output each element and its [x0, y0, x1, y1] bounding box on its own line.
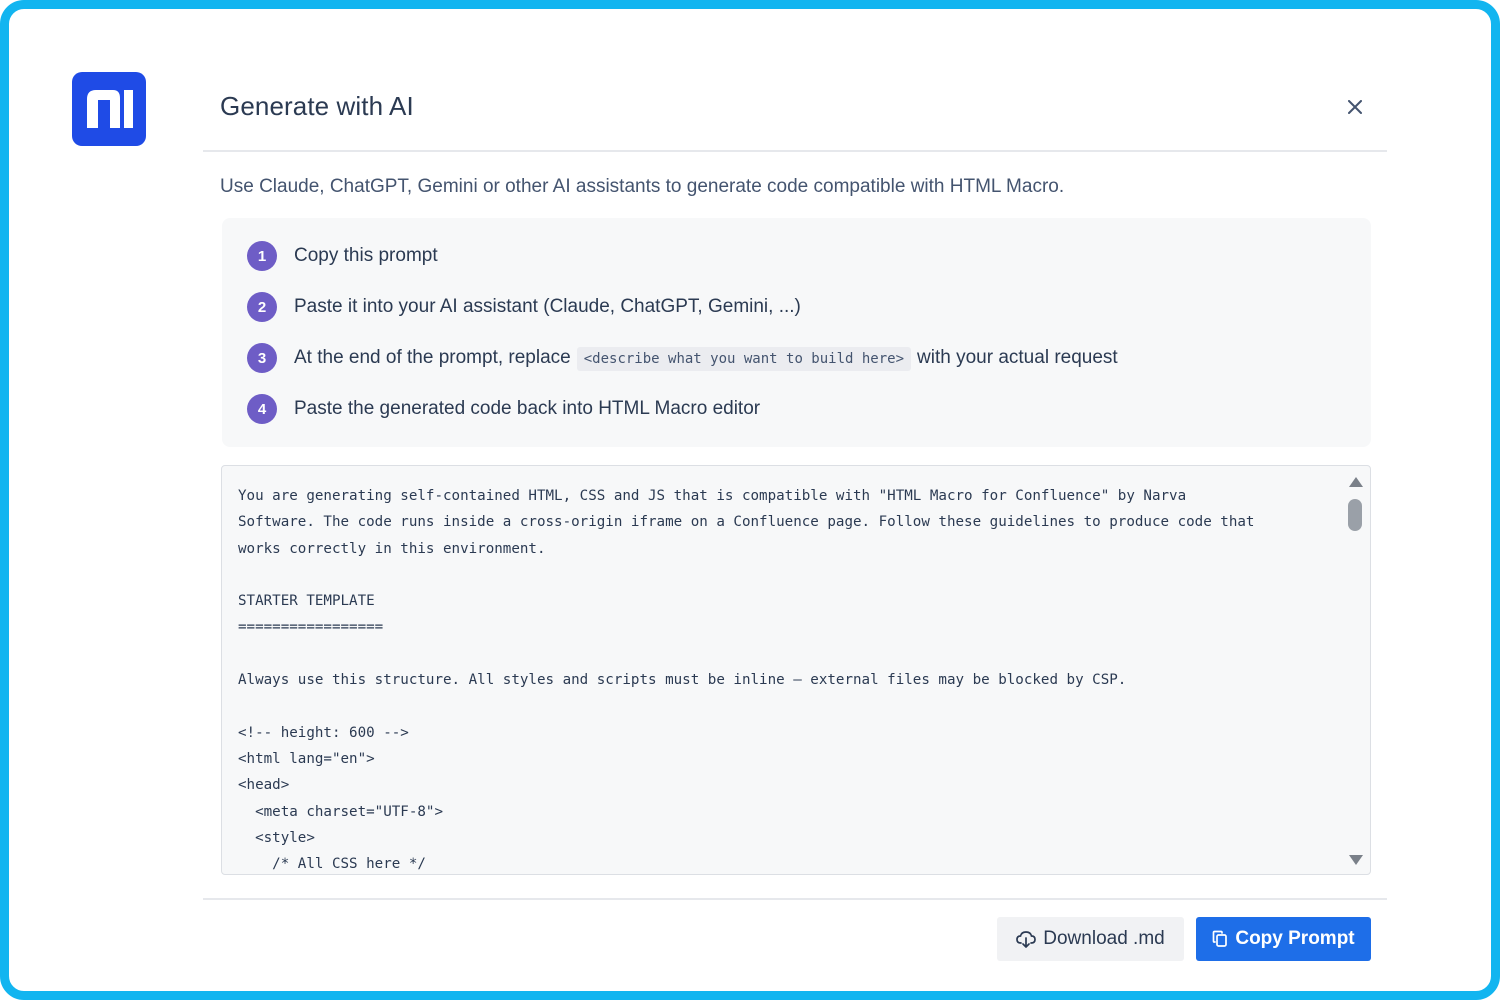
step-number-badge: 2 [247, 292, 277, 322]
download-md-label: Download .md [1043, 928, 1165, 949]
scrollbar-thumb[interactable] [1348, 499, 1362, 531]
dialog-title: Generate with AI [220, 91, 414, 121]
dialog-subtitle: Use Claude, ChatGPT, Gemini or other AI … [220, 176, 1065, 197]
prompt-content: You are generating self-contained HTML, … [238, 488, 1255, 873]
inline-code: <describe what you want to build here> [576, 347, 912, 371]
step-item: 2 Paste it into your AI assistant (Claud… [247, 291, 801, 323]
step-item: 4 Paste the generated code back into HTM… [247, 393, 760, 425]
step-text: Copy this prompt [294, 245, 438, 266]
cloud-download-icon [1016, 931, 1037, 948]
step-text: Paste the generated code back into HTML … [294, 398, 761, 419]
scrollbar[interactable] [1342, 466, 1370, 874]
copy-prompt-label: Copy Prompt [1235, 928, 1355, 949]
download-md-button[interactable]: Download .md [997, 917, 1184, 961]
footer-divider [203, 898, 1387, 900]
step-item: 3 At the end of the prompt, replace <desc… [247, 342, 1118, 374]
step-number-badge: 3 [247, 343, 277, 373]
step-item: 1 Copy this prompt [247, 240, 438, 272]
header-divider [203, 150, 1387, 152]
steps-panel: 1 Copy this prompt 2 Paste it into your … [222, 218, 1371, 447]
step-text-after: with your actual request [917, 347, 1118, 368]
close-button[interactable] [1341, 93, 1369, 121]
narva-logo-icon [72, 72, 146, 146]
scroll-up-arrow-icon[interactable] [1348, 476, 1364, 488]
copy-icon [1213, 930, 1228, 947]
step-text-before: At the end of the prompt, replace [294, 347, 571, 368]
copy-prompt-button[interactable]: Copy Prompt [1196, 917, 1371, 961]
window-frame: Generate with AI Use Claude, ChatGPT, Ge… [0, 0, 1500, 1000]
close-icon [1348, 100, 1362, 114]
step-text: Paste it into your AI assistant (Claude,… [294, 296, 801, 317]
step-number-badge: 4 [247, 394, 277, 424]
step-number-badge: 1 [247, 241, 277, 271]
scroll-down-arrow-icon[interactable] [1348, 854, 1364, 866]
step-text: At the end of the prompt, replace <descri… [294, 347, 1118, 371]
prompt-textarea[interactable]: You are generating self-contained HTML, … [221, 465, 1371, 875]
